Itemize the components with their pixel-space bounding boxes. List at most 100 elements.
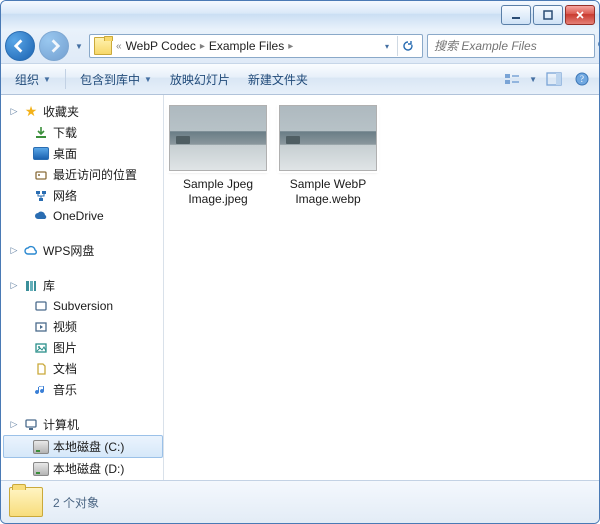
breadcrumb-segment[interactable]: Example Files <box>209 39 284 53</box>
sidebar-item-music[interactable]: 音乐 <box>3 379 163 400</box>
slideshow-button[interactable]: 放映幻灯片 <box>162 67 238 92</box>
video-icon <box>33 319 49 335</box>
libraries-group[interactable]: ▷ 库 <box>3 275 163 296</box>
desktop-icon <box>33 146 49 162</box>
include-in-library-menu[interactable]: 包含到库中 ▼ <box>72 67 160 92</box>
new-folder-label: 新建文件夹 <box>248 71 308 88</box>
organize-label: 组织 <box>15 71 39 88</box>
slideshow-label: 放映幻灯片 <box>170 71 230 88</box>
computer-label: 计算机 <box>43 416 79 433</box>
maximize-button[interactable] <box>533 5 563 25</box>
refresh-button[interactable] <box>397 36 418 56</box>
music-icon <box>33 382 49 398</box>
sidebar-item-videos[interactable]: 视频 <box>3 316 163 337</box>
subversion-icon <box>33 298 49 314</box>
drive-icon <box>33 461 49 477</box>
sidebar-item-label: 网络 <box>53 187 77 204</box>
organize-menu[interactable]: 组织 ▼ <box>7 67 59 92</box>
sidebar-item-drive-d[interactable]: 本地磁盘 (D:) <box>3 458 163 479</box>
sidebar-item-label: 文档 <box>53 360 77 377</box>
twisty-icon[interactable]: ▷ <box>9 280 19 291</box>
computer-group[interactable]: ▷ 计算机 <box>3 414 163 435</box>
sidebar-item-desktop[interactable]: 桌面 <box>3 143 163 164</box>
star-icon: ★ <box>23 104 39 120</box>
sidebar-item-recent[interactable]: 最近访问的位置 <box>3 164 163 185</box>
file-name: Sample Jpeg Image.jpeg <box>168 177 268 207</box>
view-dropdown[interactable]: ▼ <box>529 75 537 84</box>
close-button[interactable] <box>565 5 595 25</box>
sidebar-item-label: 桌面 <box>53 145 77 162</box>
chevron-right-icon[interactable]: ▸ <box>288 41 293 52</box>
separator <box>65 69 66 89</box>
minimize-button[interactable] <box>501 5 531 25</box>
chevron-right-icon[interactable]: ▸ <box>200 41 205 52</box>
libraries-icon <box>23 278 39 294</box>
twisty-icon[interactable]: ▷ <box>9 106 19 117</box>
view-options-button[interactable] <box>501 68 523 90</box>
history-dropdown[interactable]: ▼ <box>73 36 85 56</box>
breadcrumb[interactable]: « WebP Codec ▸ Example Files ▸ <box>116 39 293 53</box>
address-bar[interactable]: « WebP Codec ▸ Example Files ▸ ▾ <box>89 34 423 58</box>
forward-button[interactable] <box>39 31 69 61</box>
content-pane[interactable]: Sample Jpeg Image.jpeg Sample WebP Image… <box>164 95 599 480</box>
command-bar: 组织 ▼ 包含到库中 ▼ 放映幻灯片 新建文件夹 ▼ <box>1 63 599 95</box>
preview-pane-button[interactable] <box>543 68 565 90</box>
explorer-window: ▼ « WebP Codec ▸ Example Files ▸ ▾ <box>0 0 600 524</box>
sidebar-item-pictures[interactable]: 图片 <box>3 337 163 358</box>
sidebar-item-onedrive[interactable]: OneDrive <box>3 206 163 226</box>
libraries-label: 库 <box>43 277 55 294</box>
network-icon <box>33 188 49 204</box>
sidebar-item-label: 最近访问的位置 <box>53 166 137 183</box>
details-pane: 2 个对象 <box>1 480 599 523</box>
folder-icon <box>9 487 43 517</box>
recent-icon <box>33 167 49 183</box>
thumbnail <box>169 105 267 171</box>
cloud-icon <box>23 243 39 259</box>
computer-icon <box>23 417 39 433</box>
favorites-group[interactable]: ▷ ★ 收藏夹 <box>3 101 163 122</box>
title-bar[interactable] <box>1 1 599 29</box>
thumbnail <box>279 105 377 171</box>
sidebar-item-drive-c[interactable]: 本地磁盘 (C:) <box>3 435 163 458</box>
nav-bar: ▼ « WebP Codec ▸ Example Files ▸ ▾ <box>1 29 599 63</box>
sidebar-item-label: Subversion <box>53 299 113 313</box>
file-item[interactable]: Sample Jpeg Image.jpeg <box>168 105 268 207</box>
chevron-down-icon: ▼ <box>144 75 152 84</box>
sidebar-item-subversion[interactable]: Subversion <box>3 296 163 316</box>
status-text: 2 个对象 <box>53 494 99 511</box>
cloud-icon <box>33 208 49 224</box>
documents-icon <box>33 361 49 377</box>
sidebar-item-label: 本地磁盘 (D:) <box>53 460 124 477</box>
favorites-label: 收藏夹 <box>43 103 79 120</box>
address-dropdown[interactable]: ▾ <box>381 36 393 56</box>
include-label: 包含到库中 <box>80 71 140 88</box>
download-icon <box>33 125 49 141</box>
breadcrumb-segment[interactable]: WebP Codec <box>126 39 196 53</box>
sidebar-item-label: 本地磁盘 (C:) <box>53 438 124 455</box>
wps-label: WPS网盘 <box>43 242 94 259</box>
sidebar-item-network[interactable]: 网络 <box>3 185 163 206</box>
sidebar-item-label: OneDrive <box>53 209 104 223</box>
new-folder-button[interactable]: 新建文件夹 <box>240 67 316 92</box>
wps-group[interactable]: ▷ WPS网盘 <box>3 240 163 261</box>
help-button[interactable]: ? <box>571 68 593 90</box>
navigation-pane[interactable]: ▷ ★ 收藏夹 下载 桌面 最 <box>1 95 164 480</box>
twisty-icon[interactable]: ▷ <box>9 245 19 256</box>
sidebar-item-label: 下载 <box>53 124 77 141</box>
twisty-icon[interactable]: ▷ <box>9 419 19 430</box>
sidebar-item-downloads[interactable]: 下载 <box>3 122 163 143</box>
explorer-body: ▷ ★ 收藏夹 下载 桌面 最 <box>1 95 599 480</box>
chevron-down-icon: ▼ <box>43 75 51 84</box>
svg-text:?: ? <box>580 74 584 84</box>
search-box[interactable] <box>427 34 595 58</box>
file-item[interactable]: Sample WebP Image.webp <box>278 105 378 207</box>
breadcrumb-overflow[interactable]: « <box>116 41 122 52</box>
sidebar-item-label: 视频 <box>53 318 77 335</box>
pictures-icon <box>33 340 49 356</box>
folder-icon <box>94 37 112 55</box>
sidebar-item-label: 图片 <box>53 339 77 356</box>
sidebar-item-documents[interactable]: 文档 <box>3 358 163 379</box>
search-input[interactable] <box>432 38 593 54</box>
sidebar-item-label: 音乐 <box>53 381 77 398</box>
back-button[interactable] <box>5 31 35 61</box>
